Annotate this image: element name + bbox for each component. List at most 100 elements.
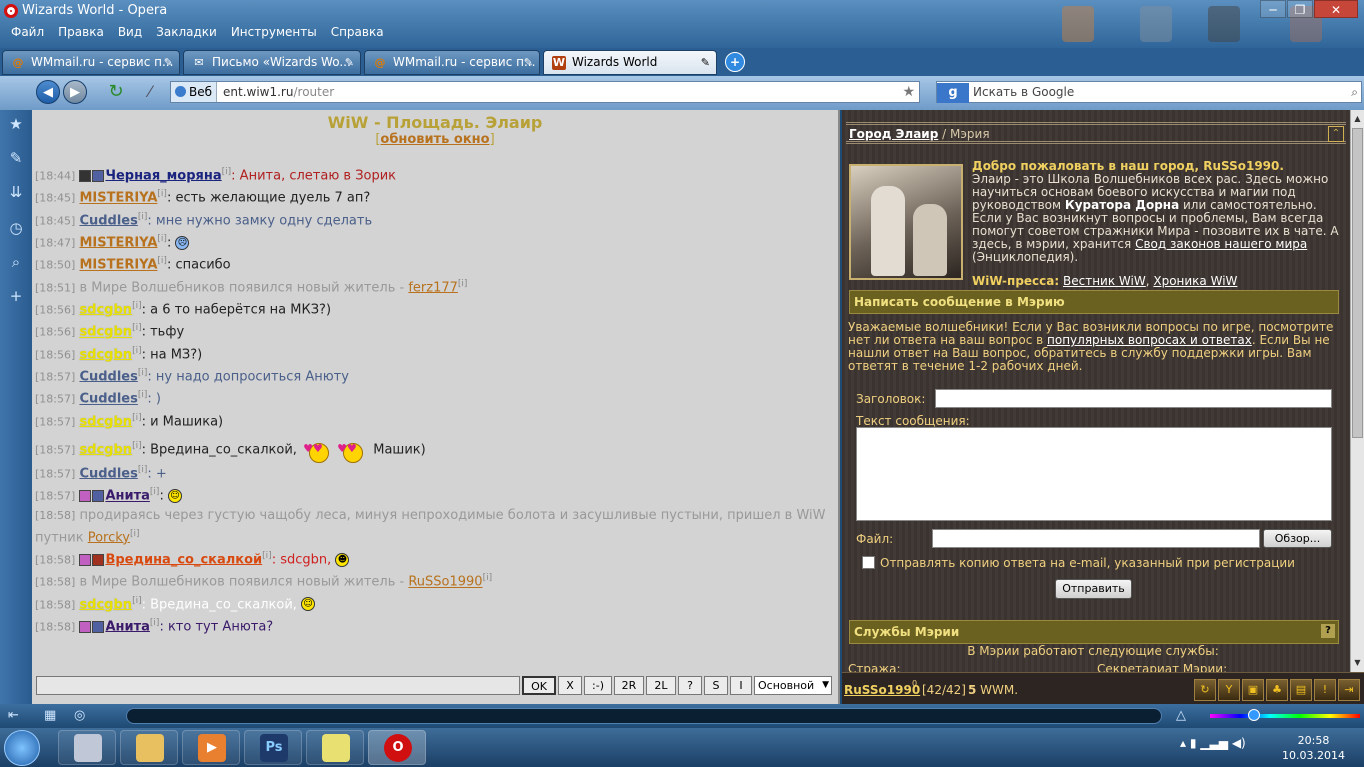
taskbar-opera[interactable]: O [368, 730, 426, 765]
zoom-slider[interactable] [1210, 709, 1360, 721]
chat-nick[interactable]: Вредина_со_скалкой [105, 552, 262, 567]
taskbar-app[interactable] [58, 730, 116, 765]
chat-nick[interactable]: sdcgbn [79, 414, 132, 429]
chat-smiles-button[interactable]: :-) [584, 676, 612, 695]
web-badge[interactable]: Веб [171, 82, 218, 102]
chat-nick[interactable]: Черная_моряна [105, 168, 221, 183]
unite-icon[interactable]: ▦ [44, 708, 56, 723]
tab-wmmail-2[interactable]: @ WMmail.ru - сервис п... ✎ [364, 50, 540, 75]
scroll-down-icon[interactable]: ▼ [1351, 656, 1364, 669]
player-name[interactable]: RuSSo1990 [844, 683, 920, 697]
notes-icon[interactable]: ✎ [6, 148, 26, 168]
zoom-slider-knob[interactable] [1248, 709, 1260, 721]
tab-edit-icon[interactable]: ✎ [524, 51, 533, 74]
chat-nick[interactable]: MISTERIYA [79, 235, 157, 250]
network-icon[interactable]: ▮ [1190, 736, 1197, 750]
city-link[interactable]: Город Элаир [849, 127, 938, 141]
info-link[interactable]: [i] [130, 529, 140, 539]
downloads-icon[interactable]: ⇊ [6, 182, 26, 202]
chat-clear-button[interactable]: X [558, 676, 582, 695]
info-link[interactable]: [i] [157, 256, 167, 266]
minimize-button[interactable]: ─ [1260, 0, 1286, 18]
info-link[interactable]: [i] [138, 390, 148, 400]
address-field[interactable]: Веб ent.wiw1.ru/router ★ [170, 81, 920, 103]
info-link[interactable]: [i] [138, 368, 148, 378]
info-link[interactable]: [i] [138, 465, 148, 475]
exit-icon[interactable]: ⇥ [1338, 679, 1360, 701]
bookmarks-star-icon[interactable]: ★ [6, 114, 26, 134]
browse-button[interactable]: Обзор... [1263, 529, 1332, 548]
tab-edit-icon[interactable]: ✎ [164, 51, 173, 74]
chat-nick[interactable]: sdcgbn [79, 302, 132, 317]
menu-view[interactable]: Вид [111, 25, 149, 39]
close-button[interactable]: ✕ [1314, 0, 1358, 18]
info-link[interactable]: [i] [483, 573, 493, 583]
back-button[interactable]: ◀ [36, 80, 60, 104]
info-link[interactable]: [i] [262, 551, 272, 561]
system-clock[interactable]: 20:58 10.03.2014 [1282, 733, 1345, 763]
new-resident-link[interactable]: ferz177 [408, 280, 458, 295]
volume-icon[interactable]: ◀) [1232, 736, 1246, 750]
chat-nick[interactable]: MISTERIYA [79, 191, 157, 206]
menu-file[interactable]: Файл [4, 25, 51, 39]
chat-input[interactable] [36, 676, 520, 695]
chat-nick[interactable]: Cuddles [79, 466, 137, 481]
refresh-window-link[interactable]: обновить окно [380, 132, 489, 147]
info-link[interactable]: [i] [132, 301, 142, 311]
subject-input[interactable] [935, 389, 1332, 408]
new-resident-link[interactable]: RuSSo1990 [408, 575, 482, 590]
google-icon[interactable]: g [937, 83, 969, 103]
map-icon[interactable]: ♣ [1266, 679, 1288, 701]
tab-edit-icon[interactable]: ✎ [701, 51, 710, 74]
info-link[interactable]: [i] [157, 189, 167, 199]
chat-nick[interactable]: Cuddles [79, 392, 137, 407]
refresh-game-icon[interactable]: ↻ [1194, 679, 1216, 701]
chat-ok-button[interactable]: OK [522, 676, 556, 695]
add-panel-icon[interactable]: + [6, 286, 26, 306]
chat-2r-button[interactable]: 2R [614, 676, 644, 695]
info-link[interactable]: [i] [132, 413, 142, 423]
menu-edit[interactable]: Правка [51, 25, 111, 39]
maximize-button[interactable]: ❐ [1287, 0, 1313, 18]
send-button[interactable]: Отправить [1055, 579, 1132, 599]
info-link[interactable]: [i] [132, 323, 142, 333]
press-link-chronicle[interactable]: Хроника WiW [1153, 274, 1237, 288]
tray-arrow-icon[interactable]: ▴ [1180, 736, 1186, 750]
search-field[interactable]: g Искать в Google ⌕ [936, 81, 1362, 103]
skills-tree-icon[interactable]: Y [1218, 679, 1240, 701]
chat-nick[interactable]: Анита [105, 489, 149, 504]
info-link[interactable]: [i] [458, 279, 468, 289]
chat-nick[interactable]: Cuddles [79, 213, 137, 228]
scroll-up-icon[interactable]: ▲ [1351, 112, 1364, 125]
alert-icon[interactable]: ! [1314, 679, 1336, 701]
tab-edit-icon[interactable]: ✎ [345, 51, 354, 74]
chat-nick[interactable]: sdcgbn [79, 597, 132, 612]
press-link-vestnik[interactable]: Вестник WiW [1063, 274, 1146, 288]
start-button[interactable] [4, 730, 40, 766]
signal-icon[interactable]: ▁▃▅ [1200, 736, 1228, 750]
collapse-up-icon[interactable]: ⌃ [1328, 126, 1344, 142]
info-link[interactable]: [i] [157, 234, 167, 244]
faq-link[interactable]: популярных вопросах и ответах [1047, 333, 1252, 347]
chat-nick[interactable]: MISTERIYA [79, 258, 157, 273]
new-resident-link[interactable]: Porcky [88, 530, 130, 545]
turbo-icon[interactable]: ◎ [74, 708, 85, 723]
menu-help[interactable]: Справка [324, 25, 391, 39]
bookmark-star-icon[interactable]: ★ [902, 82, 915, 102]
panel-toggle-icon[interactable]: ⇤ [8, 708, 19, 723]
scroll-thumb[interactable] [1352, 128, 1363, 438]
tab-wmmail-1[interactable]: @ WMmail.ru - сервис п... ✎ [2, 50, 180, 75]
info-link[interactable]: [i] [132, 441, 142, 451]
chat-nick[interactable]: Cuddles [79, 369, 137, 384]
channel-select[interactable]: Основной [754, 676, 832, 695]
forward-button[interactable]: ▶ [63, 80, 87, 104]
copy-email-checkbox[interactable] [862, 556, 875, 569]
taskbar-explorer[interactable] [120, 730, 178, 765]
file-input[interactable] [932, 529, 1260, 548]
info-link[interactable]: [i] [150, 618, 160, 628]
chat-2l-button[interactable]: 2L [646, 676, 676, 695]
info-link[interactable]: [i] [132, 596, 142, 606]
help-icon[interactable]: ? [1321, 624, 1335, 638]
tab-wizards-world[interactable]: W Wizards World ✎ [543, 50, 717, 75]
inventory-icon[interactable]: ▣ [1242, 679, 1264, 701]
